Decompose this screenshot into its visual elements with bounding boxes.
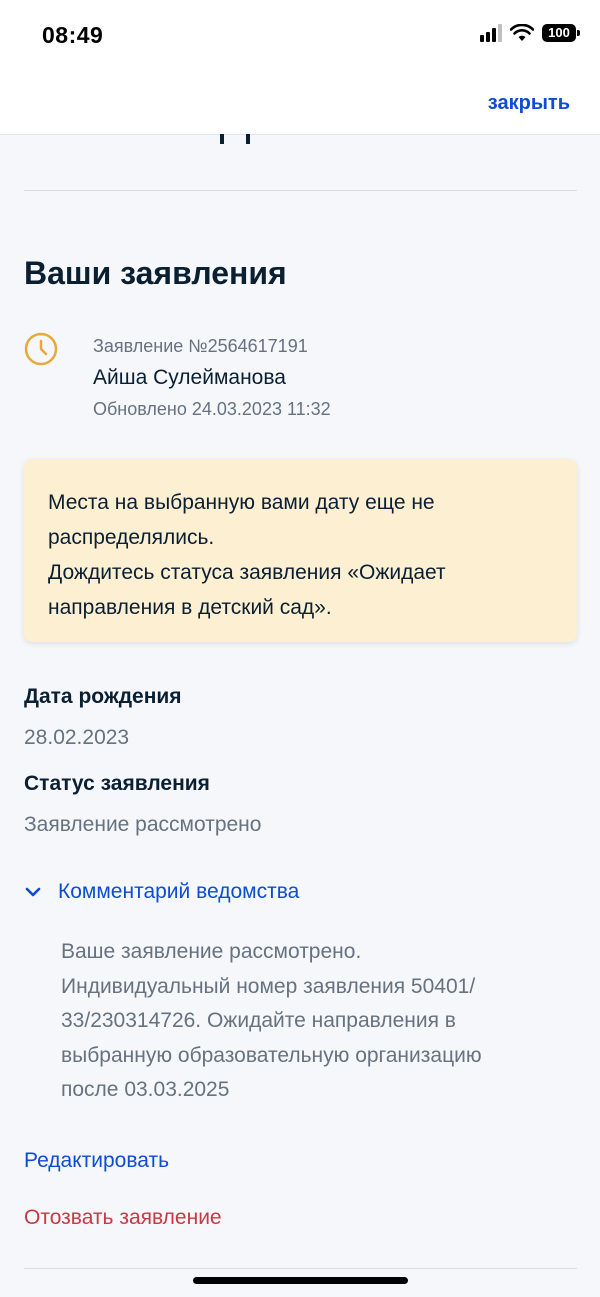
- notice-line: распределялись.: [48, 526, 215, 549]
- chevron-down-icon: [25, 887, 41, 897]
- notice-line: Места на выбранную вами дату еще не: [48, 491, 435, 514]
- comment-line: Ваше заявление рассмотрено.: [61, 940, 362, 963]
- application-number: Заявление №2564617191: [93, 336, 308, 356]
- comment-text: Ваше заявление рассмотрено. Индивидуальн…: [61, 935, 561, 1108]
- withdraw-application-button[interactable]: Отозвать заявление: [24, 1206, 222, 1230]
- notice-line: Дождитесь статуса заявления «Ожидает: [48, 561, 446, 584]
- cellular-signal-icon: [480, 24, 502, 42]
- status-label: Статус заявления: [24, 772, 210, 795]
- page-title: Ваши заявления: [24, 255, 287, 291]
- top-nav-bar: закрыть: [0, 70, 600, 135]
- comment-toggle[interactable]: Комментарий ведомства: [24, 880, 299, 904]
- home-indicator: [193, 1277, 408, 1284]
- status-icons: 100: [480, 24, 580, 42]
- bottom-divider: [24, 1268, 577, 1269]
- status-time: 08:49: [42, 22, 104, 48]
- comment-line: выбранную образовательную организацию: [61, 1043, 482, 1067]
- comment-line: 33/230314726. Ожидайте направления в: [61, 1009, 456, 1032]
- birth-date-value: 28.02.2023: [24, 726, 130, 749]
- application-updated: Обновлено 24.03.2023 11:32: [93, 399, 331, 419]
- comment-line: после 03.03.2025: [61, 1078, 230, 1101]
- status-bar: 08:49 100: [0, 0, 600, 70]
- close-button[interactable]: закрыть: [488, 92, 570, 115]
- birth-date-label: Дата рождения: [24, 685, 182, 708]
- scrolled-heading-fragment: [210, 134, 270, 146]
- battery-icon: 100: [542, 24, 580, 42]
- notice-line: направления в детский сад».: [48, 596, 332, 619]
- notice-banner: Места на выбранную вами дату еще не расп…: [24, 459, 577, 642]
- status-value: Заявление рассмотрено: [24, 813, 262, 836]
- clock-icon: [24, 332, 58, 366]
- top-divider: [24, 190, 577, 191]
- wifi-icon: [510, 24, 534, 41]
- comment-toggle-label: Комментарий ведомства: [58, 880, 300, 903]
- comment-line: Индивидуальный номер заявления 50401/: [61, 974, 476, 998]
- edit-button[interactable]: Редактировать: [24, 1149, 169, 1173]
- applicant-name: Айша Сулейманова: [93, 366, 286, 389]
